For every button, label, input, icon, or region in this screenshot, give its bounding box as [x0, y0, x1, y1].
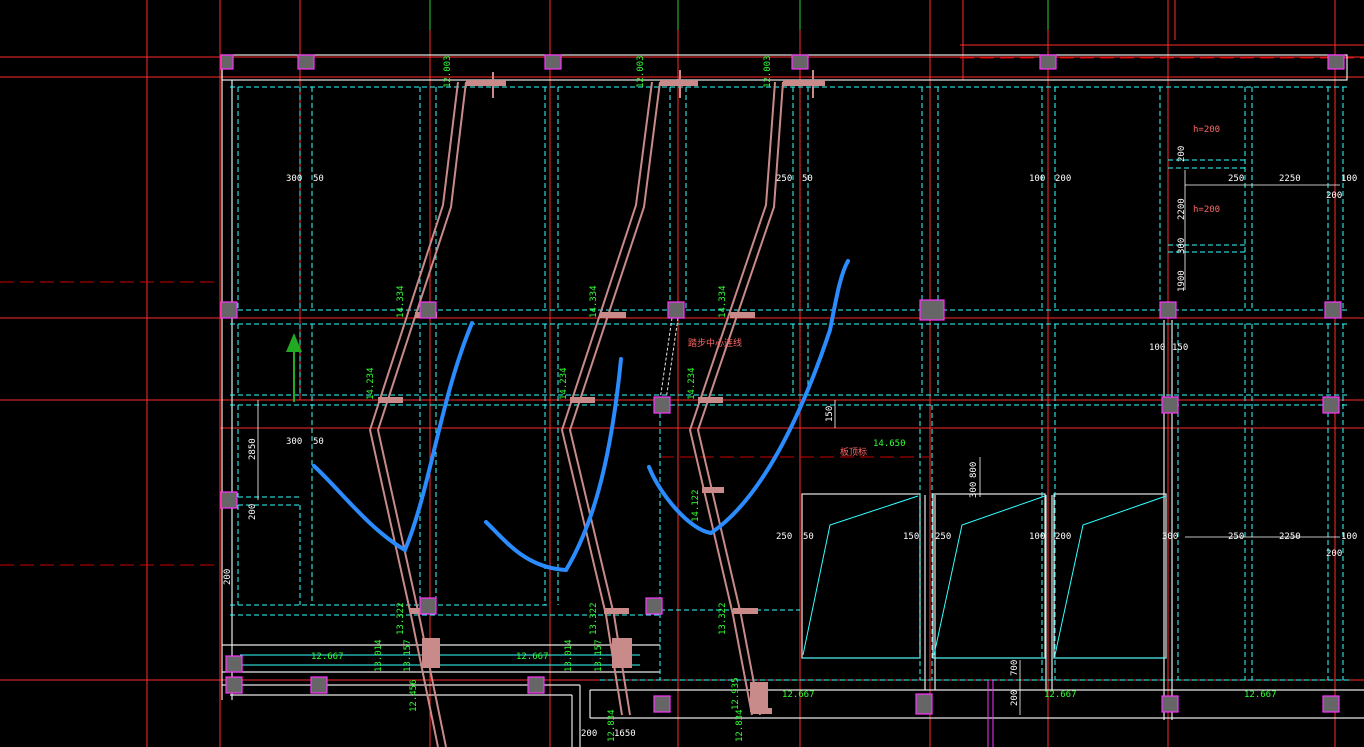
- elevation-label: 12.667: [782, 690, 815, 700]
- elevation-label: 12.667: [516, 652, 549, 662]
- dim-label: 200: [1010, 690, 1020, 706]
- axis-grid: [0, 0, 1364, 747]
- elevation-label: 12.003: [443, 55, 453, 88]
- dim-label: 200: [1055, 532, 1071, 542]
- elevation-label: 13.157: [594, 639, 604, 672]
- elevation-label: 14.122: [691, 489, 701, 522]
- dim-label: 300: [1177, 238, 1187, 254]
- dim-label: 150: [903, 532, 919, 542]
- elevation-label: 12.667: [311, 652, 344, 662]
- dim-label: 200: [1326, 549, 1342, 559]
- dim-label: 2200: [1177, 198, 1187, 220]
- dim-label: 300: [969, 482, 979, 498]
- dim-label: 300: [286, 174, 302, 184]
- dim-label: 50: [313, 437, 324, 447]
- elevation-label: 12.003: [636, 55, 646, 88]
- dim-label: 100: [1341, 532, 1357, 542]
- dim-label: 250: [1228, 174, 1244, 184]
- dim-label: 1650: [614, 729, 636, 739]
- dim-label: 200: [1177, 146, 1187, 162]
- elevation-label: 14.650: [873, 439, 906, 449]
- stair-center-link: [659, 317, 679, 401]
- dim-label: 250: [776, 532, 792, 542]
- elevation-label: 13.014: [374, 639, 384, 672]
- dimension-texts: 300 50 250 50 100 200 250 2250 100 200 2…: [223, 146, 1357, 739]
- dim-label: 200: [1326, 191, 1342, 201]
- elevation-label: 12.834: [607, 709, 617, 742]
- dim-label: 200: [1055, 174, 1071, 184]
- dim-label: 200: [223, 569, 233, 585]
- elevation-label: 12.834: [735, 709, 745, 742]
- elevation-label: 13.014: [564, 639, 574, 672]
- dim-label: 50: [802, 174, 813, 184]
- dim-label: 50: [803, 532, 814, 542]
- dim-label: 100: [1341, 174, 1357, 184]
- slab-top-note: 板顶标: [840, 446, 867, 458]
- dim-label: 100: [1029, 532, 1045, 542]
- elevation-label: 14.334: [589, 285, 599, 318]
- elevation-label: 12.935: [731, 677, 741, 710]
- cad-drawing-canvas[interactable]: 300 50 250 50 100 200 250 2250 100 200 2…: [0, 0, 1364, 747]
- dim-label: 100: [1149, 343, 1165, 353]
- stair-center-note: 踏步中心连线: [688, 337, 742, 349]
- elevation-label: 12.667: [1244, 690, 1277, 700]
- elevation-label: 13.322: [396, 602, 406, 635]
- dim-label: 50: [313, 174, 324, 184]
- dim-label: 300: [286, 437, 302, 447]
- elevation-label: 14.234: [559, 367, 569, 400]
- dim-label: 200: [581, 729, 597, 739]
- dim-label: 250: [935, 532, 951, 542]
- dim-label: 100: [1029, 174, 1045, 184]
- dim-label: 250: [1228, 532, 1244, 542]
- opening-swings: [802, 495, 1167, 656]
- dim-label: 250: [776, 174, 792, 184]
- dim-label: 150: [825, 406, 835, 422]
- dim-label: 700: [1010, 660, 1020, 676]
- markup-strokes[interactable]: [312, 259, 850, 573]
- height-note: h=200: [1193, 205, 1220, 215]
- elevation-label: 14.234: [687, 367, 697, 400]
- elevation-label: 14.234: [366, 367, 376, 400]
- elevation-label: 13.157: [403, 639, 413, 672]
- elevation-label: 13.322: [718, 602, 728, 635]
- elevation-label: 12.667: [1044, 690, 1077, 700]
- dim-label: 1900: [1177, 270, 1187, 292]
- dim-label: 300: [1162, 532, 1178, 542]
- elevation-label: 14.334: [396, 285, 406, 318]
- stair-landings: [378, 80, 825, 714]
- green-axis-ticks: [429, 0, 1049, 30]
- elevation-label: 13.322: [589, 602, 599, 635]
- dim-label: 800: [969, 462, 979, 478]
- elevation-label: 12.456: [409, 679, 419, 712]
- height-note: h=200: [1193, 125, 1220, 135]
- dim-label: 2250: [1279, 174, 1301, 184]
- dim-label: 2250: [1279, 532, 1301, 542]
- dim-label: 200: [248, 504, 258, 520]
- dim-label: 150: [1172, 343, 1188, 353]
- dim-label: 2850: [248, 438, 258, 460]
- elevation-label: 14.334: [718, 285, 728, 318]
- elevation-label: 12.003: [763, 55, 773, 88]
- columns: [220, 54, 1345, 715]
